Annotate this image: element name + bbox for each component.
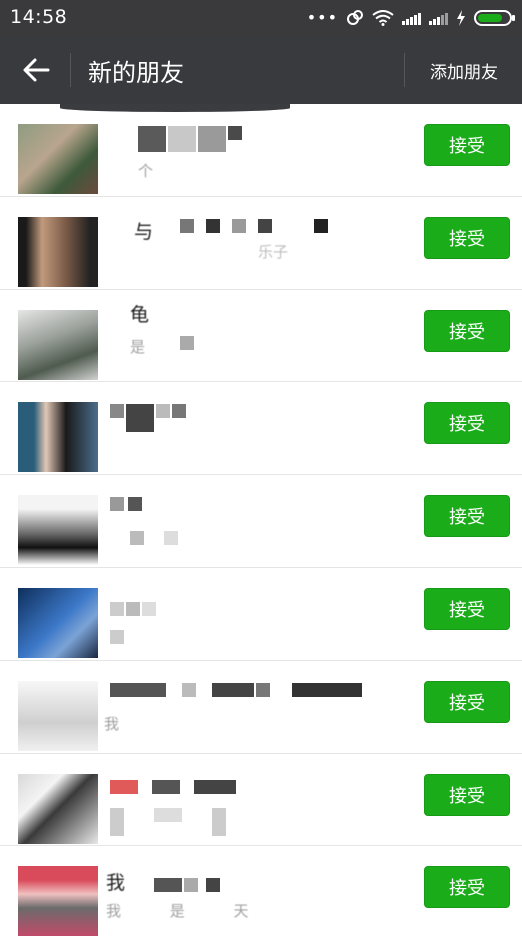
pixelated-name xyxy=(110,218,328,233)
back-arrow-icon[interactable] xyxy=(20,54,52,86)
avatar xyxy=(18,216,98,287)
avatar xyxy=(18,124,98,194)
accept-button[interactable]: 接受 xyxy=(424,495,510,538)
pixelated-name xyxy=(110,404,186,433)
accept-button[interactable]: 接受 xyxy=(424,309,510,352)
accept-button[interactable]: 接受 xyxy=(424,773,510,816)
nav-divider xyxy=(404,53,405,87)
avatar xyxy=(18,402,98,473)
list-item: 接受 xyxy=(0,568,522,661)
battery-icon xyxy=(474,9,515,26)
list-item: 个 接受 xyxy=(0,104,522,197)
request-name: 龟 xyxy=(130,303,150,326)
signal-icon xyxy=(429,11,448,25)
charging-icon xyxy=(457,9,465,26)
pixelated-name xyxy=(154,878,220,893)
accept-button[interactable]: 接受 xyxy=(424,680,510,723)
add-friend-button[interactable]: 添加朋友 xyxy=(430,58,498,83)
avatar xyxy=(18,773,98,844)
accept-button[interactable]: 接受 xyxy=(424,216,510,259)
list-item: 接受 xyxy=(0,475,522,568)
request-name: 我 xyxy=(106,872,126,895)
request-message: 我 是 天 xyxy=(106,902,249,921)
request-message: 个 xyxy=(138,162,154,180)
accept-button[interactable]: 接受 xyxy=(424,402,510,445)
request-message: 乐子 xyxy=(258,242,289,261)
nav-divider xyxy=(70,53,71,87)
avatar xyxy=(18,495,98,566)
request-message: 我 xyxy=(104,714,120,733)
list-item: 接受 xyxy=(0,754,522,847)
accept-button[interactable]: 接受 xyxy=(424,587,510,630)
pixelated-message xyxy=(130,531,178,546)
list-item: 我 我 是 天 接受 xyxy=(0,846,522,939)
signal-icon xyxy=(402,11,421,25)
list-item: 与 乐子 接受 xyxy=(0,197,522,290)
pixelated-message xyxy=(110,807,226,836)
pixelated-name xyxy=(138,126,242,152)
list-item: 我 接受 xyxy=(0,661,522,754)
list-item: 接受 xyxy=(0,382,522,476)
status-bar: 14:58 ••• xyxy=(0,0,522,36)
pixelated-message xyxy=(110,629,124,644)
pixelated-name xyxy=(110,601,156,616)
list-item: 龟 是 接受 xyxy=(0,290,522,383)
accept-button[interactable]: 接受 xyxy=(424,124,510,166)
avatar xyxy=(18,587,98,658)
friend-request-list: 个 接受 与 乐子 接受 龟 是 接受 接受 接受 接受 我 接受 接受 我 我… xyxy=(0,104,522,939)
page-title: 新的朋友 xyxy=(88,59,184,87)
avatar xyxy=(18,309,98,380)
avatar xyxy=(18,866,98,937)
status-icons: ••• xyxy=(306,8,515,27)
wifi-icon xyxy=(372,9,394,26)
request-message: 是 xyxy=(130,337,146,356)
nav-bar: 新的朋友 添加朋友 xyxy=(0,36,522,104)
status-time: 14:58 xyxy=(10,6,68,28)
accept-button[interactable]: 接受 xyxy=(424,866,510,909)
pixelated-name xyxy=(110,497,142,512)
hotspot-icon xyxy=(347,9,363,25)
avatar xyxy=(18,680,98,751)
pixelated-name xyxy=(110,779,236,794)
pixelated-name xyxy=(180,335,194,350)
pixelated-name xyxy=(110,682,362,697)
more-dots-icon: ••• xyxy=(306,8,338,27)
